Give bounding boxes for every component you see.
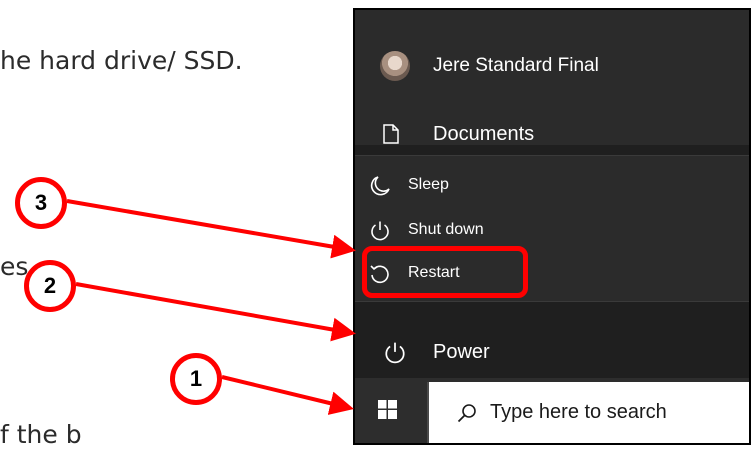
power-label: Power — [433, 341, 490, 363]
taskbar: Type here to search — [355, 378, 749, 443]
shut-down-menu-item[interactable]: Shut down — [355, 211, 530, 251]
restart-highlight — [362, 246, 528, 298]
start-button[interactable] — [355, 378, 425, 443]
moon-icon — [370, 176, 390, 196]
sleep-menu-item[interactable]: Sleep — [355, 166, 530, 206]
document-icon — [383, 124, 399, 144]
arrow-2 — [75, 282, 356, 342]
search-input[interactable]: Type here to search — [427, 382, 749, 443]
documents-button[interactable]: Documents — [355, 114, 749, 154]
power-icon — [371, 221, 389, 241]
user-name: Jere Standard Final — [433, 55, 599, 76]
callout-2-badge: 2 — [24, 260, 76, 312]
start-menu: Jere Standard Final Documents Sleep Shut… — [353, 8, 751, 445]
search-icon — [457, 404, 476, 423]
callout-1-badge: 1 — [170, 353, 222, 405]
shut-down-label: Shut down — [408, 221, 484, 238]
document-text: es — [0, 252, 29, 281]
arrow-3 — [66, 199, 356, 259]
windows-logo-icon — [378, 400, 397, 419]
sleep-label: Sleep — [408, 176, 449, 193]
user-account-button[interactable]: Jere Standard Final — [355, 44, 749, 88]
arrow-1 — [221, 375, 354, 415]
document-text: he hard drive/ SSD. — [0, 46, 243, 75]
power-icon — [385, 342, 405, 364]
callout-3-badge: 3 — [15, 177, 67, 229]
search-placeholder: Type here to search — [490, 401, 667, 423]
documents-label: Documents — [433, 122, 535, 145]
avatar — [380, 51, 410, 81]
power-button[interactable]: Power — [355, 328, 749, 378]
